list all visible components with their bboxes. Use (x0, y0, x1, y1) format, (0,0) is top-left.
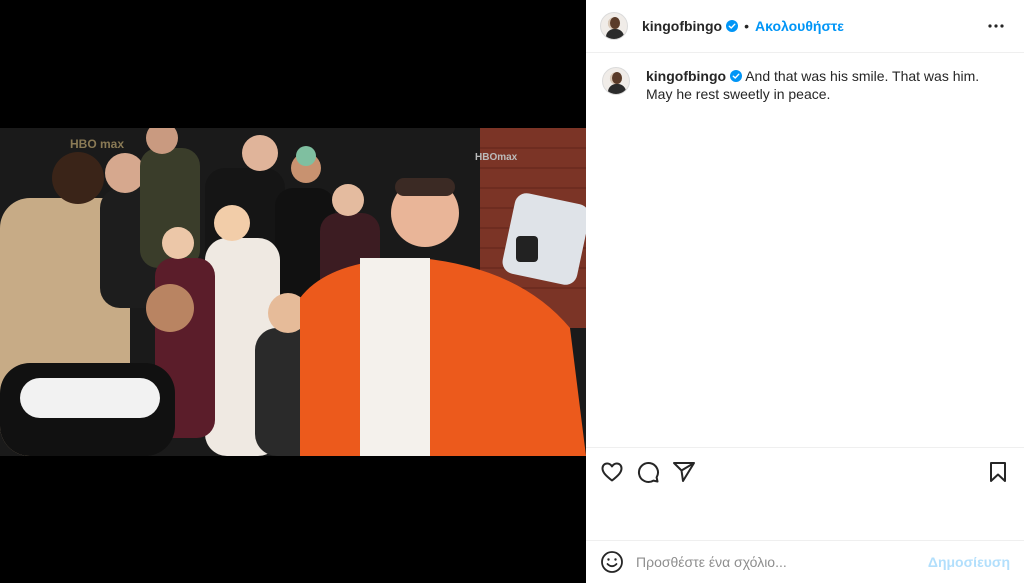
post-actions (586, 447, 1024, 540)
header-username[interactable]: kingofbingo (642, 18, 722, 34)
separator-dot: • (744, 18, 749, 34)
comment-input[interactable] (636, 554, 928, 570)
post-photo[interactable]: HBO max HBOmax (0, 128, 586, 456)
emoji-icon[interactable] (600, 550, 624, 574)
follow-button[interactable]: Ακολουθήστε (755, 18, 844, 34)
svg-text:HBOmax: HBOmax (475, 152, 518, 163)
svg-text:HBO max: HBO max (70, 137, 124, 151)
comment-bar: Δημοσίευση (586, 540, 1024, 583)
verified-badge-icon (726, 20, 739, 32)
post-side-panel: kingofbingo • Ακολουθήστε kingofbingo An… (586, 0, 1024, 583)
caption: kingofbingo And that was his smile. That… (602, 67, 1008, 103)
post-comment-button[interactable]: Δημοσίευση (928, 554, 1010, 570)
heart-icon[interactable] (600, 460, 624, 484)
comment-icon[interactable] (636, 460, 660, 484)
caption-username[interactable]: kingofbingo (646, 68, 726, 84)
caption-text: kingofbingo And that was his smile. That… (646, 67, 1008, 103)
caption-area: kingofbingo And that was his smile. That… (586, 53, 1024, 447)
share-icon[interactable] (672, 460, 696, 484)
post-header: kingofbingo • Ακολουθήστε (586, 0, 1024, 53)
more-options-icon[interactable] (984, 14, 1008, 38)
caption-avatar[interactable] (602, 67, 630, 95)
avatar[interactable] (600, 12, 628, 40)
bookmark-icon[interactable] (986, 460, 1010, 484)
verified-badge-icon (730, 70, 743, 82)
media-pane: HBO max HBOmax (0, 0, 586, 583)
post-photo-illustration: HBO max HBOmax (0, 128, 586, 456)
